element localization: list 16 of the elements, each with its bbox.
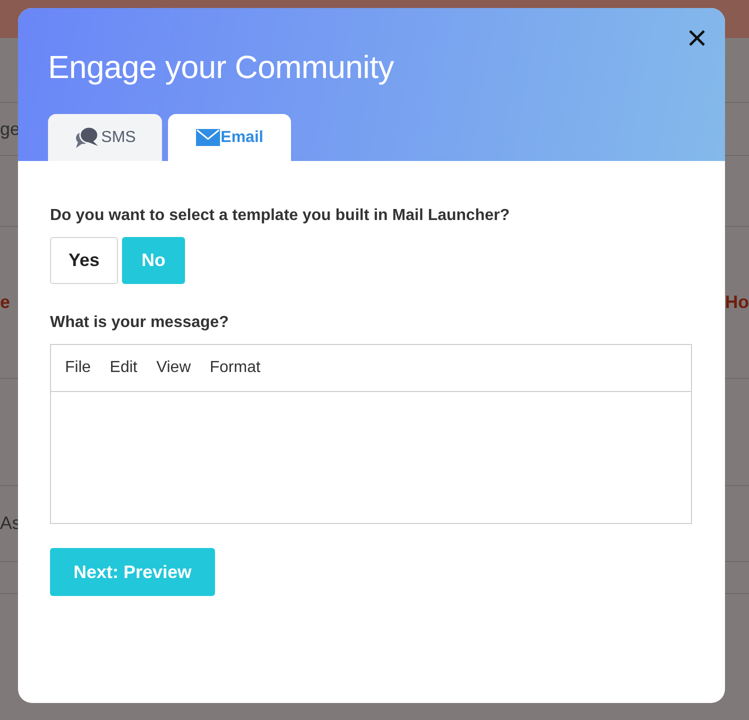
menu-item[interactable]: File: [65, 359, 91, 377]
mail-icon: [196, 129, 220, 146]
menu-item[interactable]: View: [156, 359, 191, 377]
menu-item[interactable]: Edit: [110, 359, 138, 377]
close-icon[interactable]: [687, 28, 707, 48]
dialog-title: Engage your Community: [48, 49, 395, 86]
message-label: What is your message?: [50, 314, 230, 332]
background-text: ge: [0, 118, 20, 140]
message-editor[interactable]: File Edit View Format: [50, 344, 692, 524]
tab[interactable]: SMS: [48, 114, 162, 161]
background-text: e: [0, 292, 10, 313]
background-text: Ho: [725, 292, 749, 313]
chat-icon: [74, 126, 100, 150]
menu-item[interactable]: Format: [210, 359, 260, 377]
question-label: Do you want to select a template you built in Mail Launcher?: [50, 207, 511, 225]
choice-button[interactable]: Yes: [50, 237, 118, 284]
